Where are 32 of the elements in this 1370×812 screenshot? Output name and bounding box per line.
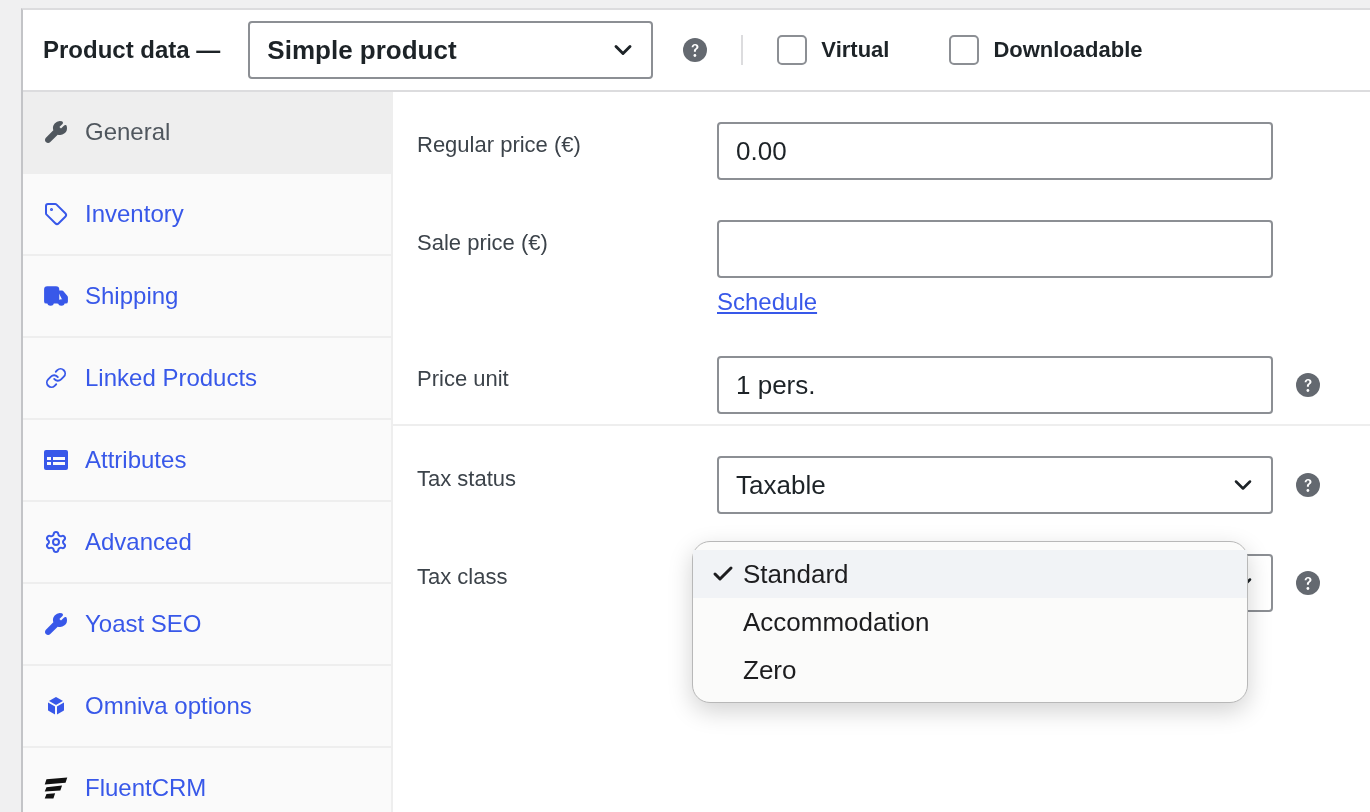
help-icon[interactable] bbox=[683, 38, 708, 62]
list-icon bbox=[44, 450, 68, 470]
select-field[interactable]: Taxable bbox=[717, 456, 1273, 514]
menu-option[interactable]: Accommodation bbox=[693, 598, 1247, 646]
link-icon bbox=[45, 367, 67, 389]
truck-icon bbox=[43, 283, 69, 309]
tag-icon bbox=[44, 202, 68, 226]
wrench-icon bbox=[44, 612, 68, 636]
sidebar-tab[interactable]: General bbox=[23, 92, 391, 174]
checkbox-label: Virtual bbox=[821, 37, 890, 63]
panel-title: Product data — bbox=[43, 36, 221, 64]
schedule-link[interactable]: Schedule bbox=[717, 288, 818, 316]
text-input[interactable] bbox=[717, 220, 1273, 278]
fluent-logo-icon bbox=[43, 776, 69, 800]
field-label: Tax class bbox=[417, 563, 509, 590]
wrench-icon bbox=[44, 120, 68, 144]
checkbox-label: Downloadable bbox=[993, 37, 1143, 63]
text-input[interactable]: 1 pers. bbox=[717, 356, 1273, 414]
menu-option[interactable]: Standard bbox=[693, 550, 1247, 598]
field-label: Tax status bbox=[417, 465, 518, 492]
help-icon[interactable] bbox=[1296, 571, 1320, 595]
settings-icon bbox=[44, 530, 68, 554]
help-icon[interactable] bbox=[1296, 373, 1320, 397]
checkbox[interactable] bbox=[777, 35, 808, 65]
product-type-select[interactable]: Simple product bbox=[248, 21, 654, 79]
menu-option[interactable]: Zero bbox=[693, 646, 1247, 694]
field-label: Regular price (€) bbox=[417, 131, 582, 158]
checkbox[interactable] bbox=[949, 35, 980, 65]
field-label: Price unit bbox=[417, 365, 510, 392]
field-label: Sale price (€) bbox=[417, 229, 549, 256]
text-input[interactable]: 0.00 bbox=[717, 122, 1273, 180]
help-icon[interactable] bbox=[1296, 473, 1320, 497]
